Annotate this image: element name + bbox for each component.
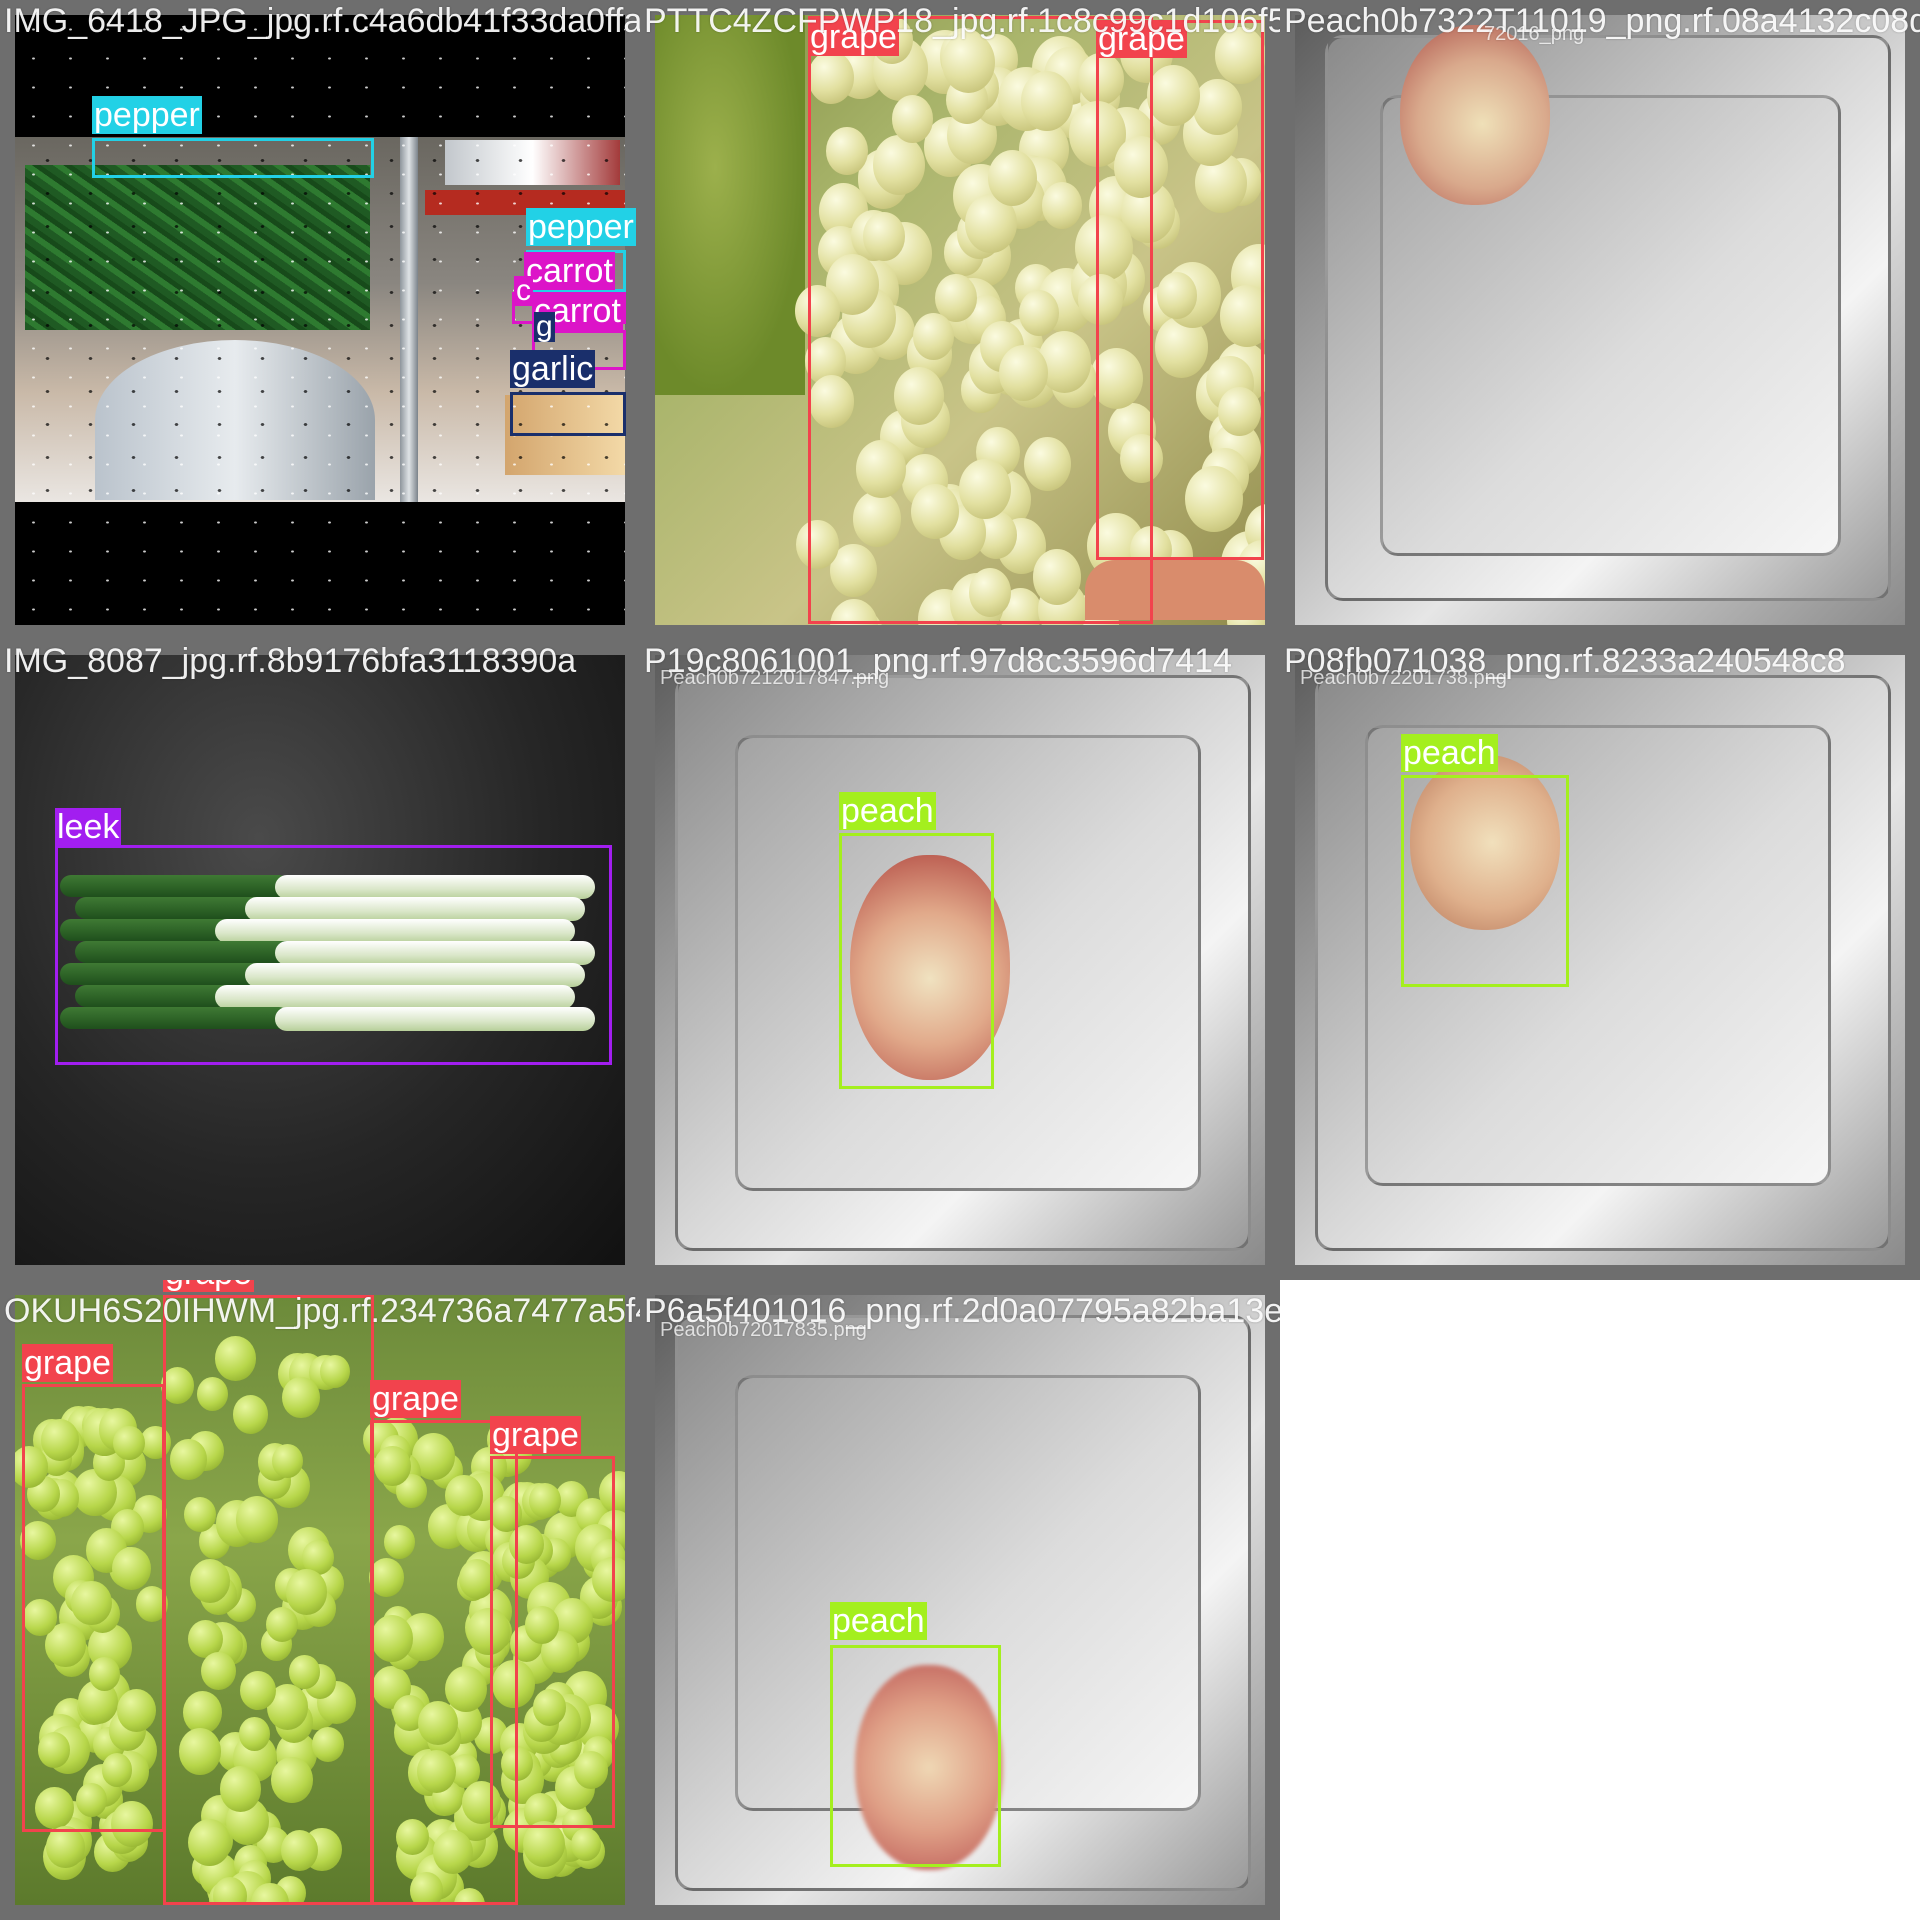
leek-label: leek	[55, 808, 122, 846]
garlic-label-fragment: g	[534, 310, 555, 343]
tile-8: peach P6a5f401016_png.rf.2d0a07795a82ba1…	[640, 1280, 1280, 1920]
grape-box	[163, 1295, 374, 1905]
carrot-label-fragment: c	[514, 274, 533, 307]
tile-4: leek IMG_8087_jpg.rf.8b9176bfa3118390a	[0, 640, 640, 1280]
tile-2-filename: PTTC4ZCFPWP18_jpg.rf.1c8c99c1d106f5c9e9	[644, 2, 1280, 40]
carrot-label: carrot	[524, 252, 615, 290]
tile-6: peach P08fb071038_png.rf.8233a240548c8 P…	[1280, 640, 1920, 1280]
tile-1-filename: IMG_6418_JPG_jpg.rf.c4a6db41f33da0ffa62d	[4, 2, 640, 40]
leek-box	[55, 845, 612, 1065]
tile-4-filename: IMG_8087_jpg.rf.8b9176bfa3118390a	[4, 642, 577, 680]
peach-box	[830, 1645, 1001, 1867]
peach-label: peach	[1401, 734, 1498, 772]
grape-label: grape	[370, 1380, 461, 1418]
tile-5-filename-overprint: Peach0b7212017847.png	[660, 667, 890, 689]
tile-3-image	[1295, 15, 1905, 625]
grape-box	[490, 1456, 615, 1828]
tile-7-filename: OKUH6S20IHWM_jpg.rf.234736a7477a5f4b	[4, 1292, 640, 1330]
tile-3-filename-overprint: 72016_png	[1484, 23, 1585, 45]
pepper-label: pepper	[92, 96, 202, 134]
garlic-label: garlic	[510, 350, 596, 388]
grape-box	[22, 1384, 165, 1832]
tile-6-image	[1295, 655, 1905, 1265]
tile-5: peach P19c8061001_png.rf.97d8c3596d7414 …	[640, 640, 1280, 1280]
tile-2: grape grape PTTC4ZCFPWP18_jpg.rf.1c8c99c…	[640, 0, 1280, 640]
grape-label: grape	[490, 1416, 581, 1454]
grape-box	[1096, 20, 1264, 560]
peach-box	[839, 833, 994, 1089]
pepper-box	[92, 138, 374, 178]
tile-1: pepper pepper carrot carrot c g garlic I…	[0, 0, 640, 640]
peach-label: peach	[839, 792, 936, 830]
tile-3-filename: Peach0b7322T11019_png.rf.08a4132c08d98	[1284, 2, 1920, 40]
grape-label: grape	[163, 1280, 254, 1292]
grape-label: grape	[22, 1344, 113, 1382]
pepper-label: pepper	[526, 208, 636, 246]
tile-6-filename-overprint: Peach0b72201738.png	[1300, 667, 1507, 689]
peach-box	[1401, 775, 1569, 987]
tile-8-filename-overprint: Peach0b72017835.png	[660, 1319, 867, 1341]
peach-label: peach	[830, 1602, 927, 1640]
tile-7: grape grape grape grape OKUH6S20IHWM_jpg…	[0, 1280, 640, 1920]
tile-3: peach Peach0b7322T11019_png.rf.08a4132c0…	[1280, 0, 1920, 640]
garlic-box	[510, 392, 626, 436]
